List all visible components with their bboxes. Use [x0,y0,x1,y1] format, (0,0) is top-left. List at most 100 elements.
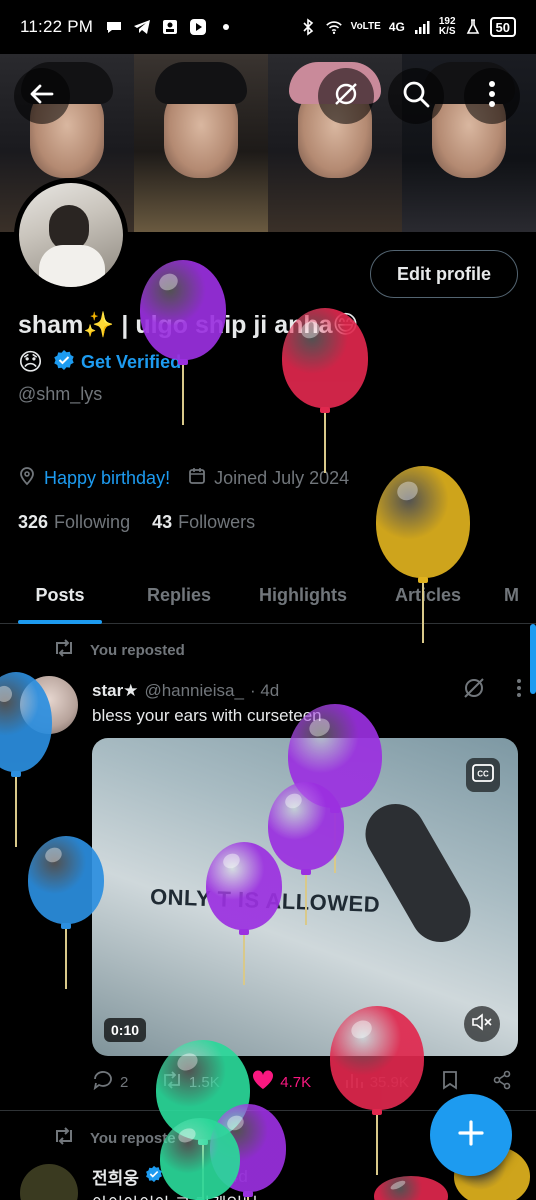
wifi-icon [325,18,343,36]
post-actions: 2 1.5K 4.7K 35.9K [92,1070,512,1094]
tab-articles[interactable]: Articles [368,566,488,624]
edit-profile-button[interactable]: Edit profile [370,250,518,298]
view-count: 35.9K [369,1073,409,1091]
post-author-avatar[interactable] [20,1164,78,1200]
play-app-icon [189,18,207,36]
network-type: 4G [388,20,405,34]
post-author-handle[interactable]: @hannieisa_ [144,681,244,701]
profile-meta: Happy birthday! Joined July 2024 [18,466,349,491]
analytics-icon [344,1070,364,1094]
avatar-photo [19,183,123,287]
bluetooth-icon [299,18,317,36]
more-vertical-icon [488,80,496,113]
post-author-avatar[interactable] [20,676,78,734]
bookmark-icon [441,1070,459,1094]
post-author-name[interactable]: star★ [92,681,138,701]
closed-captions-icon: CC [472,763,494,787]
status-bar: 11:22 PM VoLTE 4G 192 K/S 50 [0,0,536,54]
username-handle: @shm_lys [18,384,103,404]
speaker-muted-icon [471,1012,493,1037]
profile-avatar[interactable] [14,178,128,292]
grok-icon[interactable] [462,676,486,705]
more-options-button[interactable] [464,68,520,124]
following-link[interactable]: 326 Following [18,512,130,533]
display-name: sham✨ | ulgo ship ji anha😅 [18,311,359,339]
repost-label: You reposte [90,1129,176,1147]
post-author-name[interactable]: 전희웅 [92,1164,139,1189]
reply-icon [92,1070,114,1094]
video-frame-object [354,793,482,953]
like-button[interactable]: 4.7K [252,1070,311,1094]
repost-button[interactable]: 1.5K [161,1070,220,1094]
search-button[interactable] [388,68,444,124]
post-text: 아이아이아 그 가겠입니 [92,1190,258,1200]
balloon-icon [374,1176,448,1200]
grok-icon [332,80,360,113]
repost-icon [161,1070,183,1094]
post-header: 전희웅 4d [92,1164,248,1189]
contact-card-icon [161,18,179,36]
followers-count: 43 [152,512,173,532]
chat-bubble-icon [105,18,123,36]
plus-icon [456,1118,486,1153]
repost-label: You reposted [90,641,185,659]
following-count: 326 [18,512,49,532]
back-button[interactable] [14,68,70,124]
views-button[interactable]: 35.9K [344,1070,409,1094]
scrollbar[interactable] [530,624,536,694]
tab-replies[interactable]: Replies [120,566,238,624]
telegram-icon [133,18,151,36]
status-emoji: 😞 [18,349,44,376]
verification-row: 😞 Get Verified [18,348,181,377]
banner-portrait [134,54,268,232]
reply-count: 2 [120,1073,129,1091]
balloon-icon [140,260,226,428]
video-caption-text: ONLY T IS ALLOWED [149,883,381,918]
post-header: star★ @hannieisa_ · 4d [92,676,522,705]
heart-filled-icon [252,1070,274,1094]
speed-unit: K/S [438,26,456,37]
repost-icon [52,1126,76,1150]
tab-highlights[interactable]: Highlights [238,566,368,624]
battery-indicator: 50 [489,17,516,37]
repost-icon [52,638,76,662]
svg-text:CC: CC [477,769,489,778]
share-button[interactable] [492,1070,512,1094]
verified-badge-icon [53,349,75,376]
back-arrow-icon [28,80,56,113]
share-icon [492,1070,512,1094]
volte-label: VoLTE [350,21,381,32]
calendar-icon [188,467,206,490]
post-video[interactable]: ONLY T IS ALLOWED CC 0:10 [92,738,518,1056]
get-verified-label: Get Verified [81,352,182,372]
birthday-link[interactable]: Happy birthday! [44,468,170,489]
followers-link[interactable]: 43 Followers [152,512,255,533]
compose-post-button[interactable] [430,1094,512,1176]
reply-button[interactable]: 2 [92,1070,128,1094]
like-count: 4.7K [280,1073,312,1091]
tab-posts[interactable]: Posts [0,566,120,624]
location-pin-icon [18,466,36,491]
mute-button[interactable] [464,1006,500,1042]
followers-label: Followers [178,512,256,532]
tab-more[interactable]: M [488,566,536,624]
repost-indicator: You reposted [52,638,185,662]
signal-icon [413,18,431,36]
bookmark-button[interactable] [441,1070,459,1094]
get-verified-link[interactable]: Get Verified [53,349,181,376]
repost-indicator: You reposte [52,1126,176,1150]
grok-button[interactable] [318,68,374,124]
post-time: · 4d [249,680,280,700]
post-text: bless your ears with curseteen [92,706,322,725]
post-more-icon[interactable] [516,678,522,703]
notification-dot-icon [217,18,235,36]
joined-date: Joined July 2024 [214,468,350,488]
following-label: Following [54,512,131,532]
flask-icon [464,18,482,36]
post-time: 4d [228,1166,248,1186]
captions-button[interactable]: CC [466,758,500,792]
verified-badge-icon [145,1165,163,1188]
status-time: 11:22 PM [20,17,94,36]
follow-stats: 326 Following 43 Followers [18,512,255,533]
profile-tabs: Posts Replies Highlights Articles M [0,566,536,624]
